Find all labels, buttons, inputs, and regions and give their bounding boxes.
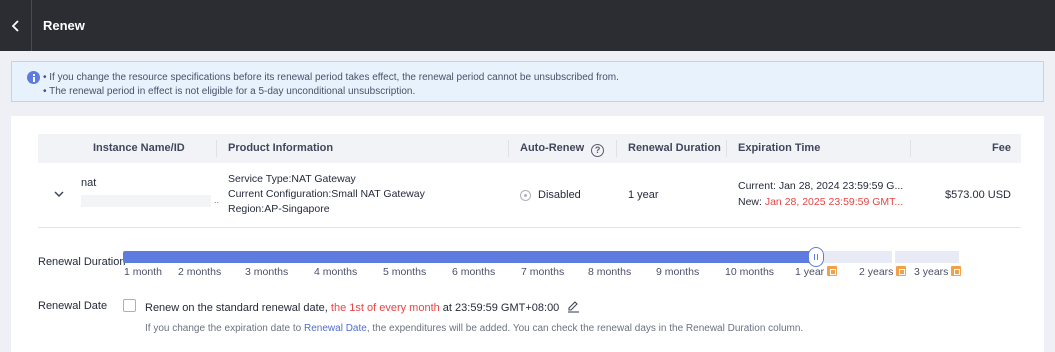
header-product: Product Information	[228, 142, 334, 154]
notice-line-2: • The renewal period in effect is not el…	[43, 86, 416, 97]
duration-option-label: 1 year	[795, 266, 825, 278]
fee-value: $573.00 USD	[944, 189, 1011, 201]
renewal-duration-label: Renewal Duration	[38, 256, 126, 268]
table-row: nat .. Service Type:NAT Gateway Current …	[38, 163, 1021, 228]
slider-segment-2-years[interactable]	[824, 251, 892, 263]
edit-icon[interactable]	[567, 300, 580, 313]
region: Region:AP-Singapore	[228, 203, 330, 215]
duration-option[interactable]: 3 months	[245, 266, 288, 278]
renewal-date-label: Renewal Date	[38, 300, 108, 312]
hint-prefix: If you change the expiration date to	[145, 323, 304, 334]
help-icon[interactable]: ?	[591, 144, 605, 157]
header-separator	[726, 140, 727, 157]
chevron-down-icon[interactable]	[54, 190, 64, 198]
duration-option-label: 3 years	[914, 266, 949, 278]
slider-handle[interactable]	[808, 247, 824, 267]
header-separator	[216, 140, 217, 157]
renewal-date-text: Renew on the standard renewal date, the …	[145, 300, 580, 314]
current-configuration: Current Configuration:Small NAT Gateway	[228, 188, 425, 200]
duration-option[interactable]: 7 months	[521, 266, 564, 278]
chevron-left-icon	[11, 19, 19, 32]
duration-option[interactable]: 5 months	[383, 266, 426, 278]
header-separator	[910, 140, 911, 157]
header-separator	[616, 140, 617, 157]
notice-line-1: • If you change the resource specificati…	[43, 72, 619, 83]
back-button[interactable]	[0, 0, 31, 51]
renewal-date-highlight: the 1st of every month	[330, 302, 440, 314]
renewal-date-checkbox[interactable]	[123, 299, 136, 312]
info-notice: • If you change the resource specificati…	[11, 61, 1044, 102]
info-icon	[27, 71, 40, 84]
service-type: Service Type:NAT Gateway	[228, 173, 356, 185]
header-auto-renew: Auto-Renew?	[520, 134, 605, 163]
table-header: Instance Name/ID Product Information Aut…	[38, 134, 1021, 163]
auto-renew-status: Disabled	[538, 189, 581, 201]
hint-suffix: , the expenditures will be added. You ca…	[366, 323, 804, 334]
header-duration: Renewal Duration	[628, 142, 721, 154]
instance-id-masked	[81, 195, 211, 207]
page-title: Renew	[43, 18, 85, 33]
current-expiration: Current: Jan 28, 2024 23:59:59 G...	[738, 180, 904, 192]
instance-name: nat	[81, 177, 97, 189]
renew-card: Instance Name/ID Product Information Aut…	[11, 116, 1044, 352]
duration-option[interactable]: 4 months	[314, 266, 357, 278]
duration-option[interactable]: 2 months	[178, 266, 221, 278]
header-instance: Instance Name/ID	[93, 142, 185, 154]
row-renewal-duration: 1 year	[628, 189, 659, 201]
new-expiration: New: Jan 28, 2025 23:59:59 GMT...	[738, 196, 903, 208]
header-auto-renew-label: Auto-Renew	[520, 142, 585, 154]
duration-option[interactable]: 6 months	[452, 266, 495, 278]
discount-icon	[951, 266, 962, 276]
duration-option-1-year[interactable]: 1 year	[795, 266, 838, 278]
duration-option-2-years[interactable]: 2 years	[859, 266, 907, 278]
renewal-date-prefix: Renew on the standard renewal date,	[145, 302, 331, 314]
header-expiration: Expiration Time	[738, 142, 821, 154]
duration-option[interactable]: 8 months	[588, 266, 631, 278]
slider-segment-3-years[interactable]	[895, 251, 959, 263]
new-expiration-label: New:	[738, 196, 765, 208]
header-separator	[508, 140, 509, 157]
slider-fill	[123, 251, 810, 263]
duration-option[interactable]: 9 months	[656, 266, 699, 278]
duration-option[interactable]: 1 month	[124, 266, 162, 278]
discount-icon	[896, 266, 907, 276]
renewal-date-hint: If you change the expiration date to Ren…	[145, 323, 803, 334]
new-expiration-value: Jan 28, 2025 23:59:59 GMT...	[764, 196, 904, 208]
instance-id-suffix: ..	[214, 195, 220, 205]
discount-icon	[827, 266, 838, 276]
top-bar: Renew	[0, 0, 1055, 51]
disabled-status-icon	[520, 190, 531, 201]
renewal-date-link[interactable]: Renewal Date	[304, 323, 367, 334]
duration-option-label: 2 years	[859, 266, 894, 278]
duration-option-3-years[interactable]: 3 years	[914, 266, 962, 278]
header-divider	[31, 0, 32, 51]
renewal-date-suffix: at 23:59:59 GMT+08:00	[439, 302, 560, 314]
header-fee: Fee	[992, 142, 1011, 154]
duration-option[interactable]: 10 months	[725, 266, 774, 278]
renewal-duration-slider[interactable]	[123, 247, 959, 267]
